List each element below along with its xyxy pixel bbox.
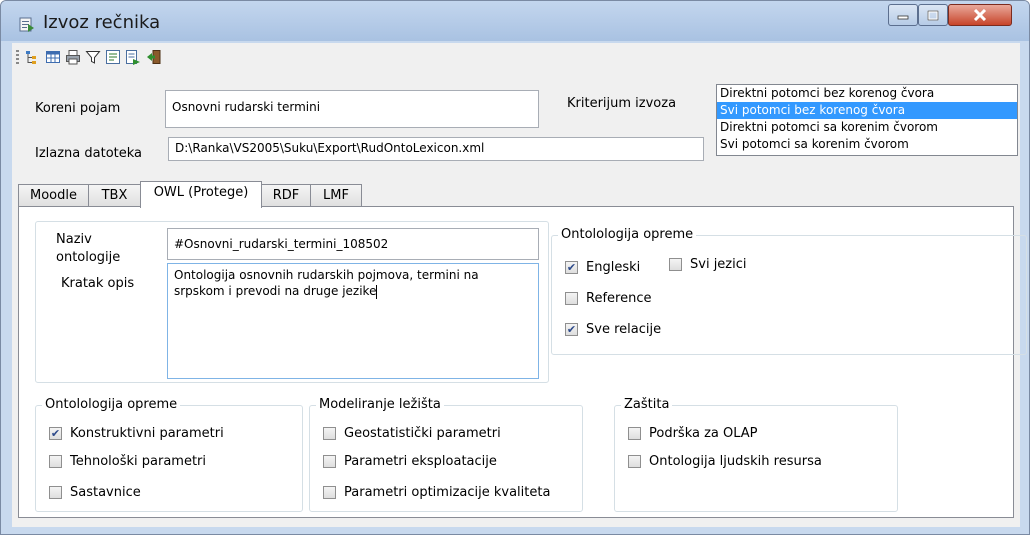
toolbar bbox=[12, 43, 1020, 72]
description-line-1: Ontologija osnovnih rudarskih pojmova, t… bbox=[174, 268, 479, 282]
minimize-icon bbox=[897, 15, 909, 20]
short-description-textarea[interactable]: Ontologija osnovnih rudarskih pojmova, t… bbox=[167, 263, 539, 379]
export-criteria-listbox[interactable]: Direktni potomci bez korenog čvora Svi p… bbox=[716, 84, 1018, 156]
maximize-icon bbox=[927, 10, 939, 20]
client-area: Koreni pojam Osnovni rudarski termini Kr… bbox=[12, 71, 1027, 527]
geostatistical-parameters-checkbox[interactable]: Geostatistički parametri bbox=[323, 426, 501, 441]
technological-parameters-checkbox[interactable]: Tehnološki parametri bbox=[49, 454, 206, 469]
criteria-option[interactable]: Svi potomci sa korenim čvorom bbox=[717, 136, 1017, 153]
ontology-name-label: Naziv bbox=[56, 232, 92, 247]
properties-icon[interactable] bbox=[105, 49, 121, 65]
check-icon: ✔ bbox=[565, 261, 578, 274]
components-checkbox[interactable]: Sastavnice bbox=[49, 485, 141, 500]
output-file-input[interactable]: D:\Ranka\VS2005\Suku\Export\RudOntoLexic… bbox=[168, 137, 704, 161]
close-button[interactable] bbox=[948, 4, 1012, 26]
output-file-label: Izlazna datoteka bbox=[35, 146, 143, 161]
deposit-modeling-title: Modeliranje ležišta bbox=[316, 397, 444, 412]
minimize-button[interactable] bbox=[888, 4, 918, 26]
export-dictionary-window: Izvoz rečnika Koreni pojam Osnovni rudar… bbox=[0, 0, 1030, 535]
ontology-name-input[interactable]: #Osnovni_rudarski_termini_108502 bbox=[167, 228, 539, 260]
criteria-option-selected[interactable]: Svi potomci bez korenog čvora bbox=[717, 102, 1017, 119]
toolbar-grip[interactable] bbox=[16, 50, 19, 64]
constructive-parameters-checkbox[interactable]: ✔ Konstruktivni parametri bbox=[49, 426, 224, 441]
quality-optimization-checkbox[interactable]: Parametri optimizacije kvaliteta bbox=[323, 485, 550, 500]
english-checkbox[interactable]: ✔ Engleski bbox=[565, 260, 640, 275]
close-icon bbox=[973, 9, 987, 21]
short-description-label: Kratak opis bbox=[61, 276, 135, 291]
reference-checkbox[interactable]: Reference bbox=[565, 291, 651, 306]
app-icon bbox=[19, 17, 34, 32]
olap-support-checkbox[interactable]: Podrška za OLAP bbox=[628, 426, 758, 441]
export-icon[interactable] bbox=[125, 49, 141, 65]
grid-icon[interactable] bbox=[45, 49, 61, 65]
tab-moodle[interactable]: Moodle bbox=[18, 184, 89, 207]
criteria-option[interactable]: Direktni potomci bez korenog čvora bbox=[717, 85, 1017, 102]
check-icon: ✔ bbox=[565, 323, 578, 336]
root-concept-label: Koreni pojam bbox=[35, 101, 121, 116]
ontology-name-label-line2: ontologije bbox=[56, 250, 121, 265]
exploitation-parameters-checkbox[interactable]: Parametri eksploatacije bbox=[323, 454, 497, 469]
check-icon: ✔ bbox=[49, 427, 62, 440]
protection-title: Zaštita bbox=[621, 397, 673, 412]
tab-rdf[interactable]: RDF bbox=[261, 184, 311, 207]
equipment-ontology-title: Ontolologija opreme bbox=[558, 227, 697, 242]
export-criteria-label: Kriterijum izvoza bbox=[567, 96, 677, 111]
window-title: Izvoz rečnika bbox=[43, 12, 161, 33]
equipment-parameters-title: Ontolologija opreme bbox=[42, 397, 181, 412]
all-languages-checkbox[interactable]: Svi jezici bbox=[669, 257, 747, 272]
print-icon[interactable] bbox=[65, 49, 81, 65]
tab-owl-protege[interactable]: OWL (Protege) bbox=[140, 181, 262, 208]
title-bar[interactable]: Izvoz rečnika bbox=[1, 1, 1029, 41]
text-caret bbox=[376, 284, 378, 299]
tree-icon[interactable] bbox=[24, 49, 40, 65]
filter-icon[interactable] bbox=[85, 49, 101, 65]
exit-door-icon[interactable] bbox=[146, 49, 162, 65]
criteria-option[interactable]: Direktni potomci sa korenim čvorom bbox=[717, 119, 1017, 136]
owl-tab-panel: Naziv ontologije #Osnovni_rudarski_termi… bbox=[18, 206, 1027, 518]
tab-tbx[interactable]: TBX bbox=[88, 184, 141, 207]
root-concept-input[interactable]: Osnovni rudarski termini bbox=[165, 90, 539, 128]
tab-lmf[interactable]: LMF bbox=[310, 184, 362, 207]
all-relations-checkbox[interactable]: ✔ Sve relacije bbox=[565, 322, 661, 337]
description-line-2: srpskom i prevodi na druge jezike bbox=[174, 284, 378, 299]
human-resources-ontology-checkbox[interactable]: Ontologija ljudskih resursa bbox=[628, 454, 822, 469]
maximize-button[interactable] bbox=[918, 4, 948, 26]
